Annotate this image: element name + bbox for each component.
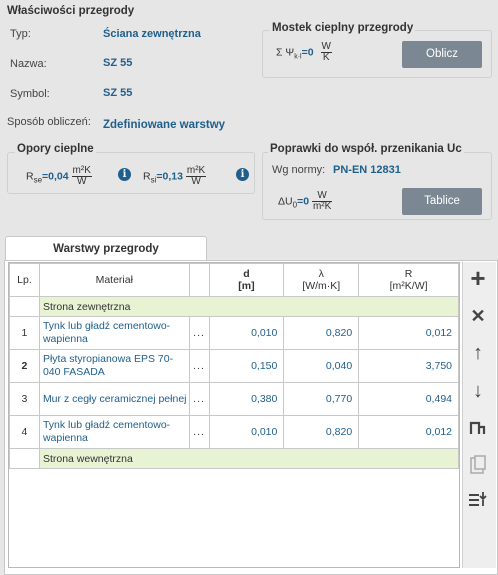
arrow-up-icon: ↑ (473, 342, 483, 364)
outer-side-row: Strona zewnętrzna (9, 296, 460, 317)
material-picker-button[interactable]: ... (188, 316, 210, 350)
table-row[interactable]: 3 Mur z cegły ceramicznej pełnej ... 0,3… (9, 382, 459, 416)
header-lp: Lp. (9, 263, 40, 297)
header-d: d [m] (208, 263, 285, 297)
material-picker-button[interactable]: ... (188, 349, 210, 383)
row-lp: 1 (9, 316, 40, 350)
remove-layer-button[interactable]: ✕ (466, 304, 490, 328)
norm-value: PN-EN 12831 (333, 164, 401, 176)
layers-table: Lp. Materiał d [m] λ [W/m·K] R [m²K/W] Stro… (9, 263, 460, 469)
typ-label: Typ: (10, 28, 31, 40)
symbol-value: SZ 55 (103, 87, 133, 99)
sposob-value[interactable]: Zdefiniowane warstwy (103, 119, 225, 131)
paste-icon (470, 455, 486, 474)
nazwa-value: SZ 55 (103, 57, 133, 69)
inner-side-row: Strona wewnętrzna (9, 448, 460, 469)
symbol-label: Symbol: (10, 88, 50, 100)
row-material[interactable]: Tynk lub gładź cementowo-wapienna (38, 415, 190, 449)
rsi-info-icon[interactable]: i (236, 168, 249, 181)
move-up-button[interactable]: ↑ (466, 341, 490, 365)
row-lambda: 0,770 (283, 382, 360, 416)
sort-layers-button[interactable] (466, 489, 490, 513)
table-header-row: Lp. Materiał d [m] λ [W/m·K] R [m²K/W] (9, 263, 459, 297)
table-row[interactable]: 4 Tynk lub gładź cementowo-wapienna ... … (9, 415, 459, 449)
row-lambda: 0,040 (283, 349, 360, 383)
row-material[interactable]: Płyta styropianowa EPS 70-040 FASADA (38, 349, 190, 383)
arrow-down-icon: ↓ (473, 380, 483, 402)
header-r: R [m²K/W] (358, 263, 459, 297)
row-lambda: 0,820 (283, 415, 360, 449)
nazwa-label: Nazwa: (10, 58, 47, 70)
sort-icon (469, 492, 487, 506)
header-material: Materiał (38, 263, 190, 297)
table-row[interactable]: 2 Płyta styropianowa EPS 70-040 FASADA .… (9, 349, 459, 383)
row-lp: 3 (9, 382, 40, 416)
resistance-title: Opory cieplne (15, 143, 96, 155)
header-lambda: λ [W/m·K] (283, 263, 360, 297)
material-picker-button[interactable]: ... (188, 382, 210, 416)
norm-label: Wg normy: (272, 164, 326, 176)
bridge-sum: Σ Ψk·l=0 WK (276, 41, 332, 63)
bridge-title: Mostek cieplny przegrody (270, 22, 416, 34)
rsi-value: Rsi=0,13 m²K W (143, 165, 207, 187)
row-r: 0,012 (358, 415, 459, 449)
tablice-button[interactable]: Tablice (402, 188, 482, 215)
row-lp: 2 (9, 349, 40, 383)
move-down-button[interactable]: ↓ (466, 379, 490, 403)
row-r: 3,750 (358, 349, 459, 383)
inner-side-label: Strona wewnętrzna (38, 448, 460, 469)
typ-value: Ściana zewnętrzna (103, 28, 201, 40)
material-picker-button[interactable]: ... (188, 415, 210, 449)
row-d[interactable]: 0,150 (208, 349, 285, 383)
row-material[interactable]: Tynk lub gładź cementowo-wapienna (38, 316, 190, 350)
row-material[interactable]: Mur z cegły ceramicznej pełnej (38, 382, 190, 416)
oblicz-button[interactable]: Oblicz (402, 41, 482, 68)
outer-side-label: Strona zewnętrzna (38, 296, 460, 317)
tab-warstwy[interactable]: Warstwy przegrody (5, 236, 207, 261)
header-dots-col (188, 263, 210, 297)
row-r: 0,012 (358, 316, 459, 350)
close-icon: ✕ (470, 306, 486, 326)
sposob-label: Sposób obliczeń: (7, 116, 91, 128)
du-value: ΔU0=0 Wm²K (278, 190, 333, 212)
row-d[interactable]: 0,010 (208, 415, 285, 449)
split-layer-button[interactable] (466, 418, 490, 442)
rse-value: Rse=0,04 m²K W (26, 165, 92, 187)
properties-title: Właściwości przegrody (7, 5, 135, 17)
rse-info-icon[interactable]: i (118, 168, 131, 181)
split-icon (469, 421, 486, 434)
row-lp: 4 (9, 415, 40, 449)
plus-icon: + (470, 263, 486, 293)
row-d[interactable]: 0,010 (208, 316, 285, 350)
corrections-title: Poprawki do współ. przenikania Uc (268, 143, 464, 155)
add-layer-button[interactable]: + (466, 263, 490, 293)
row-lambda: 0,820 (283, 316, 360, 350)
paste-layer-button[interactable] (466, 455, 490, 479)
table-row[interactable]: 1 Tynk lub gładź cementowo-wapienna ... … (9, 316, 459, 350)
row-r: 0,494 (358, 382, 459, 416)
row-d[interactable]: 0,380 (208, 382, 285, 416)
